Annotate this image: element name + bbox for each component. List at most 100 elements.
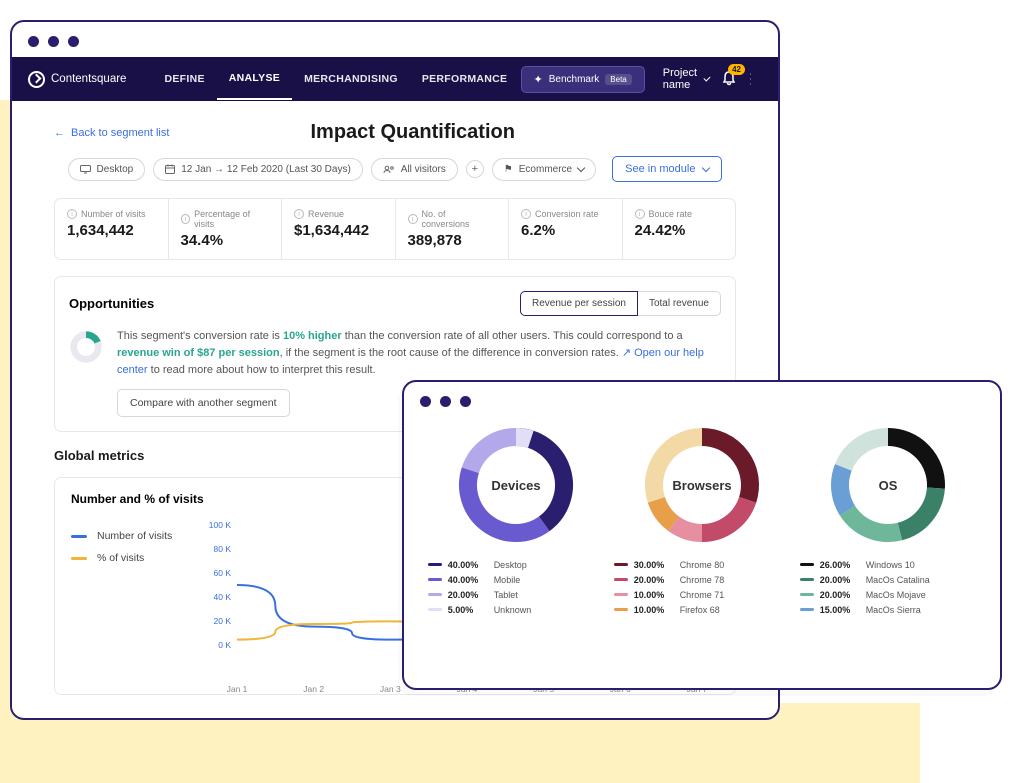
legend-row: 40.00%Mobile	[428, 572, 605, 587]
donut-label: OS	[828, 425, 948, 545]
notification-badge: 42	[728, 64, 745, 75]
nav-merchandising[interactable]: MERCHANDISING	[292, 59, 410, 99]
tab-total-revenue[interactable]: Total revenue	[638, 291, 721, 316]
donut-browsers: Browsers 30.00% Chrome 80 20.00%Chrome 78 10…	[614, 425, 791, 617]
legend-row: 20.00%Tablet	[428, 587, 605, 602]
filter-device[interactable]: Desktop	[68, 158, 146, 181]
x-tick: Jan 2	[303, 684, 324, 694]
legend-row: 30.00% Chrome 80	[614, 557, 791, 572]
nav-define[interactable]: DEFINE	[152, 59, 216, 99]
compare-button[interactable]: Compare with another segment	[117, 389, 290, 417]
brand-icon	[28, 71, 45, 88]
legend-value: 26.00%	[820, 560, 860, 570]
window-dot	[440, 396, 451, 407]
legend-row: 5.00% Unknown	[428, 602, 605, 617]
donut-chart: Devices	[456, 425, 576, 545]
info-icon: i	[521, 209, 531, 219]
legend-number-of-visits: Number of visits	[71, 530, 181, 542]
metric-value: 34.4%	[181, 232, 270, 249]
brand-name: Contentsquare	[51, 73, 126, 85]
legend-swatch	[428, 608, 442, 611]
legend-swatch	[428, 578, 442, 581]
filter-scope[interactable]: ⚑ Ecommerce	[492, 158, 596, 181]
tab-revenue-per-session[interactable]: Revenue per session	[520, 291, 638, 316]
metric-label: Revenue	[308, 209, 344, 219]
legend-row: 20.00%MacOs Catalina	[800, 572, 977, 587]
donut-label: Browsers	[642, 425, 762, 545]
nav-performance[interactable]: PERFORMANCE	[410, 59, 520, 99]
filter-visitors-label: All visitors	[401, 164, 446, 175]
legend-row: 40.00%Desktop	[428, 557, 605, 572]
donut-legend: 30.00% Chrome 8020.00%Chrome 78 10.00% Chro…	[614, 557, 791, 617]
filter-date[interactable]: 12 Jan → 12 Feb 2020 (Last 30 Days)	[153, 158, 363, 181]
metric-label: No. of conversions	[422, 209, 497, 229]
legend-pct-of-visits: % of visits	[71, 552, 181, 564]
calendar-icon	[165, 164, 175, 174]
legend-name: Chrome 80	[680, 560, 725, 570]
window-dot	[420, 396, 431, 407]
legend-value: 15.00%	[820, 605, 860, 615]
legend-value: 10.00%	[634, 605, 674, 615]
project-selector[interactable]: Project name	[663, 67, 709, 91]
benchmark-label: Benchmark	[549, 74, 600, 85]
titlebar	[12, 22, 778, 57]
donut-window: Devices 40.00%Desktop40.00%Mobile20.00%Ta…	[402, 380, 1002, 690]
legend-name: Unknown	[494, 605, 532, 615]
back-link[interactable]: ← Back to segment list	[54, 127, 169, 139]
y-tick: 20 K	[191, 616, 231, 626]
opportunities-title: Opportunities	[69, 296, 154, 311]
legend-swatch	[800, 563, 814, 566]
see-in-module-button[interactable]: See in module	[612, 156, 722, 182]
filter-bar: Desktop 12 Jan → 12 Feb 2020 (Last 30 Da…	[54, 156, 736, 182]
y-tick: 60 K	[191, 568, 231, 578]
metric-cell: iConversion rate6.2%	[509, 199, 623, 259]
legend-row: 20.00%Chrome 78	[614, 572, 791, 587]
page-title: Impact Quantification	[169, 121, 656, 144]
legend-name: Desktop	[494, 560, 527, 570]
chevron-down-icon	[702, 164, 710, 172]
filter-date-label: 12 Jan → 12 Feb 2020 (Last 30 Days)	[181, 164, 351, 175]
info-icon: i	[408, 214, 418, 224]
metrics-row: iNumber of visits1,634,442iPercentage of…	[54, 198, 736, 260]
filter-visitors[interactable]: All visitors	[371, 158, 458, 181]
chevron-down-icon	[577, 164, 585, 172]
metric-value: 1,634,442	[67, 222, 156, 239]
legend-name: Mobile	[494, 575, 521, 585]
apps-icon[interactable]	[749, 71, 751, 87]
info-icon: i	[294, 209, 304, 219]
legend-swatch	[71, 557, 87, 560]
beta-badge: Beta	[605, 74, 631, 85]
legend-value: 20.00%	[820, 575, 860, 585]
info-icon: i	[181, 214, 191, 224]
legend-row: 15.00%MacOs Sierra	[800, 602, 977, 617]
titlebar	[404, 382, 1000, 417]
legend-value: 30.00%	[634, 560, 674, 570]
notifications-button[interactable]: 42	[721, 70, 737, 89]
donut-devices: Devices 40.00%Desktop40.00%Mobile20.00%Ta…	[428, 425, 605, 617]
gear-icon[interactable]	[763, 71, 765, 87]
metric-value: 6.2%	[521, 222, 610, 239]
metric-value: 389,878	[408, 232, 497, 249]
legend-value: 10.00%	[634, 590, 674, 600]
metric-label: Bouce rate	[649, 209, 693, 219]
add-filter-button[interactable]: +	[466, 160, 484, 178]
donut-os: OS26.00%Windows 1020.00%MacOs Catalina20…	[800, 425, 977, 617]
x-tick: Jan 3	[380, 684, 401, 694]
external-link-icon: ↗	[622, 347, 631, 359]
legend-swatch	[428, 593, 442, 596]
brand[interactable]: Contentsquare	[26, 71, 126, 88]
metric-label: Percentage of visits	[194, 209, 269, 229]
donut-chart: OS	[828, 425, 948, 545]
legend-swatch	[800, 608, 814, 611]
flag-icon: ⚑	[504, 164, 513, 175]
legend-value: 5.00%	[448, 605, 488, 615]
window-dot	[460, 396, 471, 407]
nav-analyse[interactable]: ANALYSE	[217, 58, 292, 100]
info-icon: i	[635, 209, 645, 219]
legend-swatch	[614, 608, 628, 611]
benchmark-button[interactable]: ✦ Benchmark Beta	[521, 66, 645, 93]
metric-cell: i No. of conversions 389,878	[396, 199, 510, 259]
project-name: Project name	[663, 67, 699, 91]
donut-legend: 40.00%Desktop40.00%Mobile20.00%Tablet5.0…	[428, 557, 605, 617]
window-dot	[68, 36, 79, 47]
